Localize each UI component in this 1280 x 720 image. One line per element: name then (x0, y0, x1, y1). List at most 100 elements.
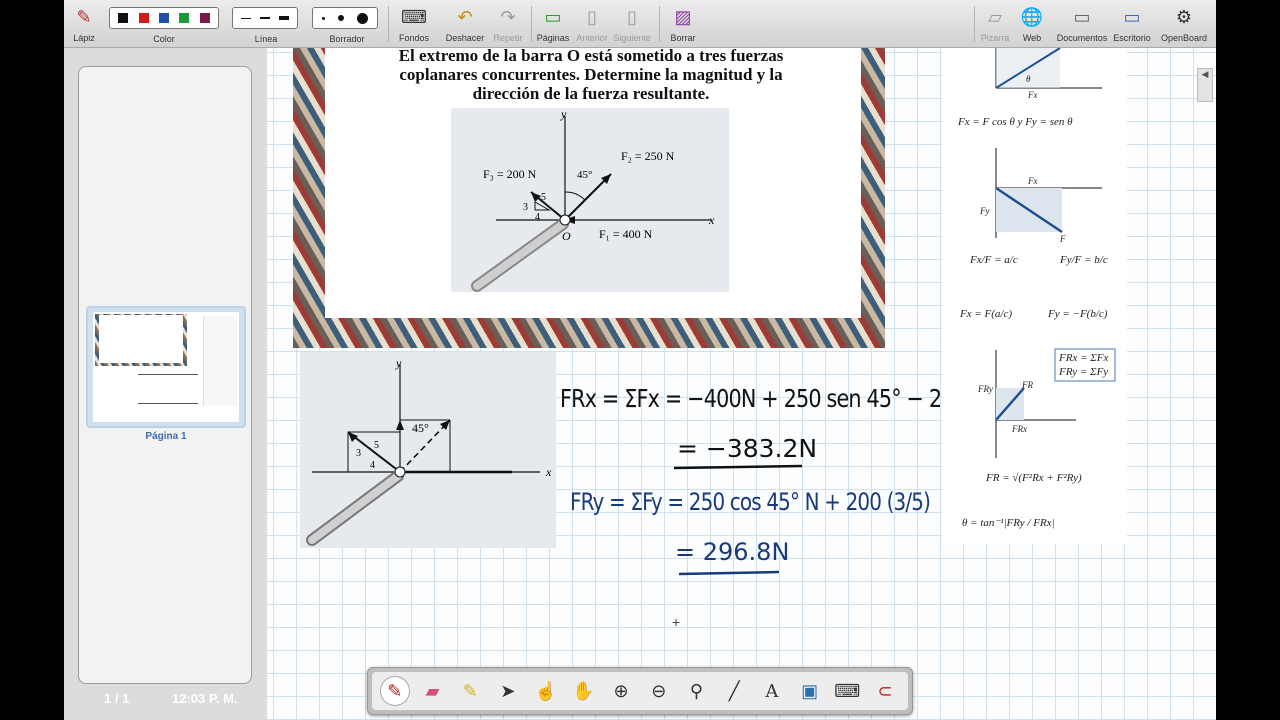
backgrounds-button[interactable]: ⌨ Fondos (394, 0, 434, 48)
openboard-window: ✎ Lápiz Color Línea Borrador ⌨ Fondos ↶ … (64, 0, 1216, 720)
redo-button[interactable]: ↷ Repetir (488, 0, 528, 48)
problem-angle: 45° (577, 169, 592, 181)
line-medium[interactable] (259, 17, 270, 19)
line-tool[interactable]: ╱ (719, 676, 749, 706)
formula-ratio-fy: Fy/F = b/c (1060, 254, 1108, 266)
keyboard-grid-icon: ⌨ (401, 7, 427, 27)
collapse-right-tab[interactable]: ◀ (1197, 68, 1213, 102)
line-thick[interactable] (279, 16, 290, 20)
desktop-label: Escritorio (1113, 33, 1151, 43)
magnet-icon: ⊂ (877, 680, 893, 701)
copy-tri-4: 4 (370, 460, 375, 471)
copy-angle: 45° (412, 421, 429, 435)
pan-tool[interactable]: ✋ (568, 676, 598, 706)
openboard-label: OpenBoard (1160, 33, 1208, 43)
clear-label: Borrar (670, 33, 696, 43)
color-swatch-green[interactable] (179, 13, 190, 23)
highlighter-tool[interactable]: ✎ (455, 676, 485, 706)
gear-icon: ⚙ (1175, 7, 1193, 27)
eraser-small[interactable] (322, 16, 326, 20)
fry-label: FRy (978, 384, 993, 394)
fx-label-top: Fx (1028, 90, 1038, 100)
problem-axis-x: x (708, 213, 715, 227)
clear-button[interactable]: ▨ Borrar (664, 0, 702, 48)
line-label: Línea (254, 34, 278, 44)
formula-fx: Fx = F(a/c) (960, 308, 1013, 320)
color-label-wrap: Color (144, 26, 184, 46)
magnet-tool[interactable]: ⊂ (870, 676, 900, 706)
eraser-medium[interactable] (337, 15, 344, 21)
problem-image[interactable]: El extremo de la barra O está sometido a… (293, 46, 885, 348)
openboard-menu-button[interactable]: ⚙ OpenBoard (1156, 0, 1212, 48)
redo-label: Repetir (493, 33, 523, 43)
interact-tool[interactable]: ☝ (531, 676, 561, 706)
copy-axis-x: x (545, 465, 552, 479)
line-icon: ╱ (728, 680, 740, 701)
undo-label: Deshacer (445, 33, 485, 43)
problem-origin: O (562, 229, 571, 243)
zoom-in-tool[interactable]: ⊕ (606, 676, 636, 706)
laser-pointer-tool[interactable]: ⚲ (681, 676, 711, 706)
desktop-button[interactable]: ▭ Escritorio (1109, 0, 1155, 48)
eraser-label-wrap: Borrador (322, 26, 372, 46)
capture-tool[interactable]: ▣ (795, 676, 825, 706)
line-thin[interactable] (240, 17, 251, 19)
pen-label: Lápiz (73, 33, 95, 43)
arrow-pointer-icon: ➤ (500, 680, 516, 701)
problem-line-1: El extremo de la barra O está sometido a… (398, 46, 784, 65)
fr-label: FR (1022, 380, 1033, 390)
next-page-button[interactable]: ▯ Siguiente (612, 0, 652, 48)
whiteboard-icon: ▱ (988, 7, 1002, 27)
hand-pointer-icon: ☝ (534, 680, 557, 701)
formula-fx-fy: Fx = F cos θ y Fy = sen θ (958, 116, 1073, 128)
eraser-large[interactable] (356, 12, 368, 24)
virtual-keyboard-tool[interactable]: ⌨ (832, 676, 862, 706)
line-label-wrap: Línea (246, 26, 286, 46)
web-label: Web (1022, 33, 1042, 43)
force-diagram-copy-svg: y x 45° 5 3 4 (306, 356, 552, 546)
redo-icon: ↷ (500, 7, 516, 27)
documents-button[interactable]: ▭ Documentos (1052, 0, 1112, 48)
zoom-in-icon: ⊕ (613, 680, 629, 701)
formula-fy: Fy = −F(b/c) (1048, 308, 1108, 320)
laser-pointer-icon: ⚲ (689, 680, 704, 701)
problem-tri-4: 4 (535, 212, 540, 223)
force-diagram-copy[interactable]: y x 45° 5 3 4 (300, 352, 556, 548)
web-button[interactable]: 🌐 Web (1014, 0, 1050, 48)
text-tool[interactable]: A (757, 676, 787, 706)
select-tool[interactable]: ➤ (493, 676, 523, 706)
problem-line-3: dirección de la fuerza resultante. (472, 84, 710, 103)
thumbnail-preview (93, 312, 239, 422)
previous-label: Anterior (576, 33, 608, 43)
page-thumbnail-1[interactable] (86, 306, 246, 428)
stylus-palette: ✎ ▰ ✎ ➤ ☝ ✋ ⊕ ⊖ ⚲ ╱ A ▣ ⌨ ⊂ (367, 667, 913, 715)
pages-button[interactable]: ▭ Páginas (534, 0, 572, 48)
whiteboard-canvas[interactable]: El extremo de la barra O está sometido a… (267, 46, 1216, 720)
eraser-tool[interactable]: ▰ (418, 676, 448, 706)
f-label-mid: F (1060, 234, 1066, 244)
documents-label: Documentos (1056, 33, 1108, 43)
problem-tri-5: 5 (541, 192, 546, 203)
pen-icon: ✎ (76, 7, 92, 27)
crosshair-cursor-icon: + (672, 614, 681, 630)
board-mode-button[interactable]: ▱ Pizarra (976, 0, 1014, 48)
handwritten-fry-result: = 296.8N (675, 538, 790, 566)
f1-label: F₁ = 400 N (599, 227, 653, 241)
pen-tool[interactable]: ✎ (379, 676, 410, 706)
pen-tool-button[interactable]: ✎ Lápiz (66, 0, 102, 48)
f2-label: F₂ = 250 N (621, 149, 675, 163)
zoom-out-tool[interactable]: ⊖ (644, 676, 674, 706)
undo-button[interactable]: ↶ Deshacer (444, 0, 486, 48)
pages-sidebar: ◀ Página 1 1 / 1 12:03 P. M. (64, 48, 284, 720)
formula-frx: FRx = ΣFx (1059, 352, 1109, 364)
next-label: Siguiente (613, 33, 651, 43)
eraser-icon: ▰ (425, 680, 440, 701)
previous-page-button[interactable]: ▯ Anterior (574, 0, 610, 48)
color-swatch-black[interactable] (118, 13, 129, 23)
formula-reference-image[interactable]: Fx θ Fx = F cos θ y Fy = sen θ Fx Fy F F… (942, 47, 1127, 544)
board-label: Pizarra (980, 33, 1010, 43)
color-swatch-purple[interactable] (199, 13, 210, 23)
color-swatch-red[interactable] (138, 13, 149, 23)
add-page-icon: ▭ (544, 7, 562, 27)
color-swatch-blue[interactable] (158, 13, 169, 23)
